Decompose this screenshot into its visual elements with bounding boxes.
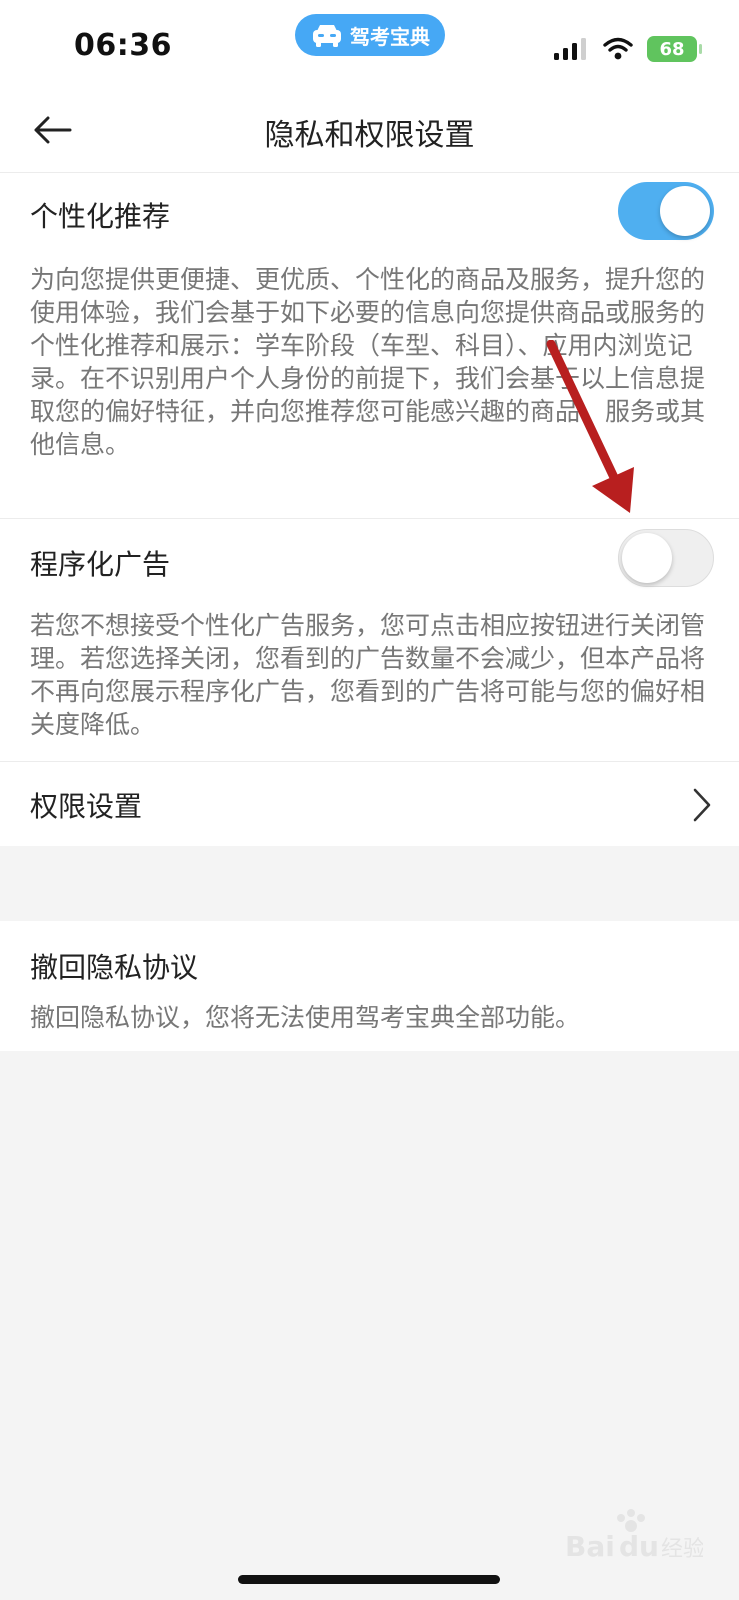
permissions-row[interactable]: 权限设置 bbox=[0, 762, 739, 846]
personalized-title: 个性化推荐 bbox=[30, 200, 171, 233]
app-badge-label: 驾考宝典 bbox=[350, 24, 430, 49]
personalized-toggle[interactable] bbox=[618, 182, 714, 240]
svg-text:Bai: Bai bbox=[565, 1530, 615, 1563]
status-icons: 68 bbox=[553, 36, 702, 62]
svg-text:经验: 经验 bbox=[661, 1537, 703, 1562]
revoke-section[interactable]: 撤回隐私协议 撤回隐私协议，您将无法使用驾考宝典全部功能。 bbox=[0, 921, 739, 1051]
svg-text:du: du bbox=[619, 1530, 659, 1563]
status-time: 06:36 bbox=[74, 28, 172, 63]
signal-icon bbox=[554, 38, 586, 60]
personalized-description: 为向您提供更便捷、更优质、个性化的商品及服务，提升您的使用体验，我们会基于如下必… bbox=[30, 265, 706, 459]
status-bar: 06:36 驾考宝典 68 bbox=[0, 0, 739, 92]
ads-title: 程序化广告 bbox=[30, 548, 171, 581]
ads-toggle[interactable] bbox=[618, 529, 714, 587]
battery-indicator: 68 bbox=[647, 36, 702, 62]
ads-description: 若您不想接受个性化广告服务，您可点击相应按钮进行关闭管理。若您选择关闭，您看到的… bbox=[30, 611, 706, 739]
app-badge[interactable]: 驾考宝典 bbox=[295, 14, 445, 56]
toggle-knob bbox=[622, 533, 672, 583]
car-icon bbox=[313, 25, 341, 47]
page-title: 隐私和权限设置 bbox=[264, 118, 475, 153]
ads-section: 程序化广告 若您不想接受个性化广告服务，您可点击相应按钮进行关闭管理。若您选择关… bbox=[0, 519, 739, 761]
wifi-icon bbox=[603, 37, 633, 60]
revoke-title: 撤回隐私协议 bbox=[30, 951, 199, 984]
home-indicator[interactable] bbox=[238, 1575, 500, 1584]
chevron-right-icon bbox=[693, 788, 711, 822]
nav-header: 隐私和权限设置 bbox=[0, 92, 739, 173]
permissions-title: 权限设置 bbox=[30, 790, 143, 823]
personalized-section: 个性化推荐 为向您提供更便捷、更优质、个性化的商品及服务，提升您的使用体验，我们… bbox=[0, 173, 739, 518]
baidu-jingyan-watermark: Bai du 经验 bbox=[565, 1509, 703, 1563]
battery-level: 68 bbox=[659, 38, 685, 60]
revoke-description: 撤回隐私协议，您将无法使用驾考宝典全部功能。 bbox=[30, 1003, 581, 1032]
toggle-knob bbox=[660, 186, 710, 236]
